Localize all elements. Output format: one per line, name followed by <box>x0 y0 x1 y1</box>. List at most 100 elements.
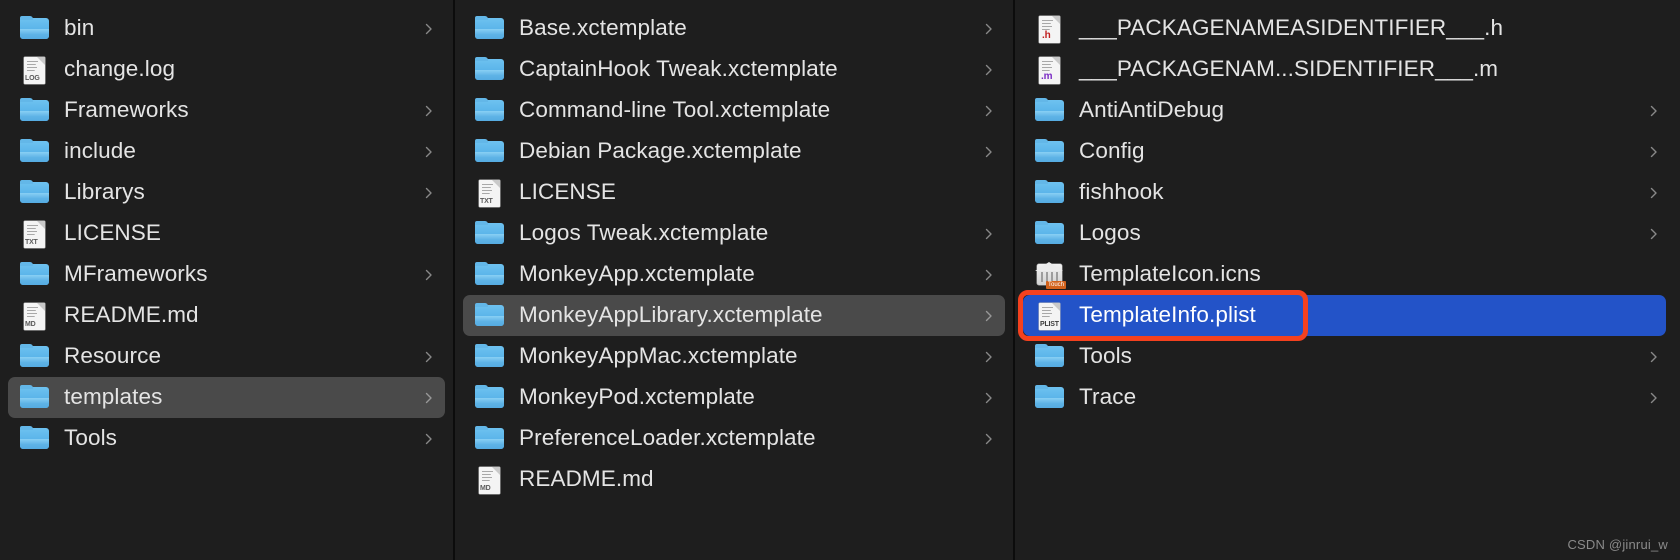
file-list-item[interactable]: TXT LICENSE <box>463 172 1005 213</box>
file-list-item[interactable]: Tools <box>8 418 445 459</box>
folder-icon <box>1035 138 1065 165</box>
chevron-right-icon <box>983 269 995 281</box>
file-name-label: include <box>64 138 137 164</box>
file-list-item[interactable]: MonkeyAppMac.xctemplate <box>463 336 1005 377</box>
file-name-label: Debian Package.xctemplate <box>519 138 802 164</box>
folder-icon <box>475 302 505 329</box>
chevron-right-icon <box>423 269 435 281</box>
file-list-item[interactable]: LOG change.log <box>8 49 445 90</box>
folder-icon <box>20 97 50 124</box>
folder-icon-sheen <box>475 397 504 408</box>
file-name-label: README.md <box>64 302 199 328</box>
file-list-item[interactable]: MD README.md <box>8 295 445 336</box>
file-name-label: PreferenceLoader.xctemplate <box>519 425 816 451</box>
file-name-label: Command-line Tool.xctemplate <box>519 97 831 123</box>
chevron-right-icon <box>983 392 995 404</box>
log-file-icon: LOG <box>20 56 50 84</box>
document-icon-type-label: MD <box>25 320 36 328</box>
file-name-label: Trace <box>1079 384 1137 410</box>
file-list-item[interactable]: MonkeyAppLibrary.xctemplate <box>463 295 1005 336</box>
file-list-item[interactable]: MFrameworks <box>8 254 445 295</box>
folder-icon-sheen <box>20 356 49 367</box>
folder-icon-sheen <box>475 315 504 326</box>
txt-file-icon: TXT <box>20 220 50 248</box>
file-list-item[interactable]: .h ___PACKAGENAMEASIDENTIFIER___.h <box>1023 8 1670 49</box>
document-icon-lines <box>482 183 493 195</box>
folder-icon-sheen <box>475 233 504 244</box>
folder-icon <box>475 384 505 411</box>
file-list-item[interactable]: Trace <box>1023 377 1670 418</box>
folder-icon <box>475 220 505 247</box>
folder-icon-sheen <box>20 151 49 162</box>
file-list-item[interactable]: include <box>8 131 445 172</box>
finder-column-1[interactable]: bin LOG change.log Frameworks include Library… <box>0 0 455 560</box>
file-name-label: Resource <box>64 343 162 369</box>
folder-icon <box>475 425 505 452</box>
file-list-item[interactable]: MD README.md <box>463 459 1005 500</box>
file-list-item[interactable]: AntiAntiDebug <box>1023 90 1670 131</box>
file-list-item[interactable]: TXT LICENSE <box>8 213 445 254</box>
file-list-item[interactable]: Touch TemplateIcon.icns <box>1023 254 1670 295</box>
folder-icon <box>1035 384 1065 411</box>
chevron-right-icon <box>983 228 995 240</box>
document-icon-lines <box>27 60 38 72</box>
file-list-item[interactable]: .m ___PACKAGENAM...SIDENTIFIER___.m <box>1023 49 1670 90</box>
file-list-item[interactable]: templates <box>8 377 445 418</box>
file-list-item[interactable]: MonkeyPod.xctemplate <box>463 377 1005 418</box>
folder-icon-sheen <box>20 110 49 121</box>
document-icon-fold <box>492 466 500 475</box>
file-list-item[interactable]: Logos Tweak.xctemplate <box>463 213 1005 254</box>
folder-icon-sheen <box>475 274 504 285</box>
file-name-label: Base.xctemplate <box>519 15 687 41</box>
folder-icon <box>20 384 50 411</box>
file-list-item[interactable]: Frameworks <box>8 90 445 131</box>
folder-icon-sheen <box>475 28 504 39</box>
file-list-item[interactable]: PreferenceLoader.xctemplate <box>463 418 1005 459</box>
file-list-item[interactable]: Base.xctemplate <box>463 8 1005 49</box>
file-list-item[interactable]: CaptainHook Tweak.xctemplate <box>463 49 1005 90</box>
file-name-label: MonkeyPod.xctemplate <box>519 384 755 410</box>
file-list-item[interactable]: Debian Package.xctemplate <box>463 131 1005 172</box>
file-list-item[interactable]: Command-line Tool.xctemplate <box>463 90 1005 131</box>
md-file-icon: MD <box>20 302 50 330</box>
icns-icon-roof <box>1035 261 1063 271</box>
file-list-item[interactable]: fishhook <box>1023 172 1670 213</box>
file-name-label: Config <box>1079 138 1145 164</box>
icns-icon-badge: Touch <box>1045 280 1066 289</box>
chevron-right-icon <box>1648 105 1660 117</box>
document-icon-lines <box>1042 306 1053 318</box>
file-name-label: LICENSE <box>519 179 616 205</box>
finder-column-3[interactable]: .h ___PACKAGENAMEASIDENTIFIER___.h .m ___PA… <box>1015 0 1678 560</box>
document-icon-type-label: TXT <box>480 197 493 205</box>
chevron-right-icon <box>423 187 435 199</box>
file-name-label: MonkeyAppMac.xctemplate <box>519 343 798 369</box>
folder-icon-sheen <box>1035 151 1064 162</box>
finder-column-2[interactable]: Base.xctemplate CaptainHook Tweak.xctempl… <box>455 0 1015 560</box>
file-list-item[interactable]: Tools <box>1023 336 1670 377</box>
document-icon-fold <box>1052 56 1060 65</box>
file-name-label: bin <box>64 15 95 41</box>
file-name-label: CaptainHook Tweak.xctemplate <box>519 56 838 82</box>
file-list-item[interactable]: Resource <box>8 336 445 377</box>
file-list-item[interactable]: MonkeyApp.xctemplate <box>463 254 1005 295</box>
chevron-right-icon <box>983 146 995 158</box>
chevron-right-icon <box>423 433 435 445</box>
file-list-item[interactable]: PLIST TemplateInfo.plist <box>1023 295 1666 336</box>
file-list-item[interactable]: Config <box>1023 131 1670 172</box>
file-list-item[interactable]: Logos <box>1023 213 1670 254</box>
chevron-right-icon <box>1648 351 1660 363</box>
file-list-item[interactable]: bin <box>8 8 445 49</box>
finder-column-view-window: bin LOG change.log Frameworks include Library… <box>0 0 1680 560</box>
document-icon-fold <box>1052 302 1060 311</box>
folder-icon <box>20 343 50 370</box>
folder-icon-sheen <box>475 438 504 449</box>
document-icon-type-label: LOG <box>25 74 40 82</box>
file-name-label: Tools <box>1079 343 1133 369</box>
folder-icon <box>20 425 50 452</box>
file-list-item[interactable]: Librarys <box>8 172 445 213</box>
folder-icon <box>1035 179 1065 206</box>
folder-icon <box>475 15 505 42</box>
chevron-right-icon <box>983 105 995 117</box>
file-name-label: TemplateIcon.icns <box>1079 261 1261 287</box>
file-name-label: MFrameworks <box>64 261 208 287</box>
